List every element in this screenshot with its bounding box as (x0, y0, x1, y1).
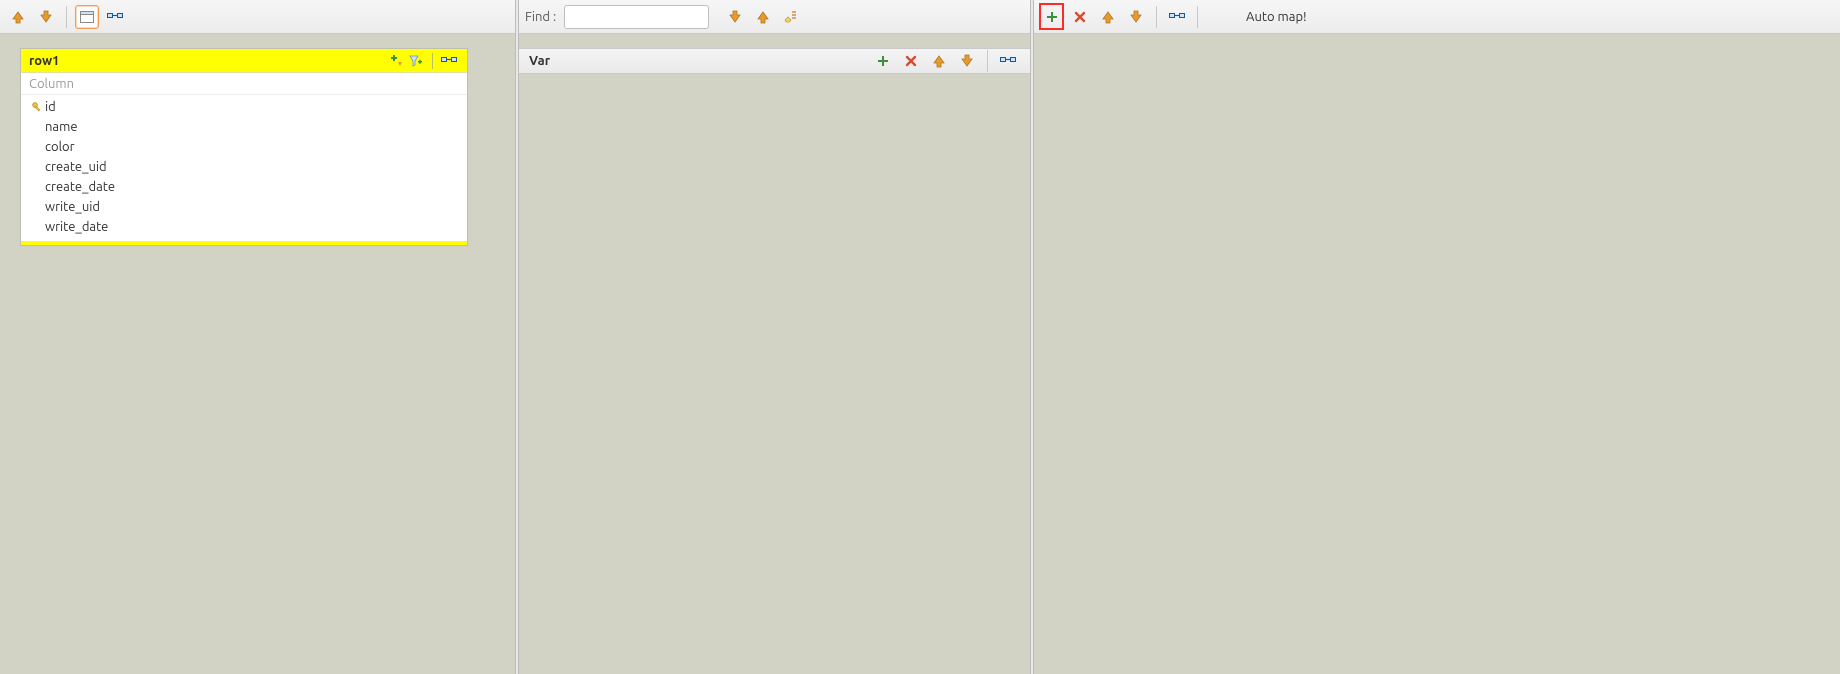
row-card-header[interactable]: row1 (21, 49, 467, 73)
toolbar-separator (987, 50, 988, 72)
arrow-down-icon (1129, 10, 1143, 24)
add-button[interactable] (1040, 5, 1064, 29)
map-view-button[interactable] (103, 5, 127, 29)
add-column-button[interactable] (386, 51, 406, 71)
right-up-button[interactable] (1096, 5, 1120, 29)
left-pane: row1 Column idnamecolorcreat (0, 0, 515, 674)
var-map-button[interactable] (996, 49, 1020, 73)
key-icon (29, 101, 45, 113)
column-label: write_uid (45, 200, 100, 214)
panel-icon (80, 11, 94, 23)
arrow-down-icon (728, 10, 742, 24)
column-label: name (45, 120, 78, 134)
move-down-button[interactable] (34, 5, 58, 29)
column-subheader: Column (21, 73, 467, 95)
map-icon (441, 54, 457, 68)
header-separator (432, 53, 433, 69)
var-bar: Var (519, 48, 1030, 74)
automap-button[interactable]: Auto map! (1246, 10, 1307, 24)
map-icon (1000, 54, 1016, 68)
column-item[interactable]: id (21, 97, 467, 117)
column-label: create_uid (45, 160, 107, 174)
filter-button[interactable] (406, 51, 426, 71)
right-map-button[interactable] (1165, 5, 1189, 29)
column-item[interactable]: create_date (21, 177, 467, 197)
highlight-icon (783, 10, 799, 24)
move-up-button[interactable] (6, 5, 30, 29)
column-item[interactable]: name (21, 117, 467, 137)
map-icon (1169, 10, 1185, 24)
column-subheader-label: Column (29, 77, 74, 91)
column-item[interactable]: create_uid (21, 157, 467, 177)
left-toolbar (0, 0, 515, 34)
row-card-footer (21, 241, 467, 245)
column-item[interactable]: write_date (21, 217, 467, 237)
map-columns-button[interactable] (439, 51, 459, 71)
highlight-all-button[interactable] (779, 5, 803, 29)
arrow-down-icon (960, 54, 974, 68)
right-toolbar: Auto map! (1034, 0, 1840, 34)
funnel-plus-icon (409, 54, 423, 68)
var-add-button[interactable] (871, 49, 895, 73)
map-icon (107, 10, 123, 24)
column-label: create_date (45, 180, 115, 194)
column-label: id (45, 100, 56, 114)
left-content: row1 Column idnamecolorcreat (0, 34, 515, 674)
arrow-down-icon (39, 10, 53, 24)
find-next-button[interactable] (723, 5, 747, 29)
plus-down-icon (389, 54, 403, 68)
row-card: row1 Column idnamecolorcreat (20, 48, 468, 246)
arrow-up-icon (11, 10, 25, 24)
arrow-up-icon (932, 54, 946, 68)
plus-icon (1046, 11, 1058, 23)
find-prev-button[interactable] (751, 5, 775, 29)
middle-toolbar: Find : (519, 0, 1030, 34)
middle-pane: Find : Var (519, 0, 1030, 674)
toolbar-separator (1156, 6, 1157, 28)
var-down-button[interactable] (955, 49, 979, 73)
column-item[interactable]: color (21, 137, 467, 157)
plus-icon (877, 55, 889, 67)
column-item[interactable]: write_uid (21, 197, 467, 217)
column-label: color (45, 140, 75, 154)
panel-view-button[interactable] (75, 5, 99, 29)
row-title: row1 (29, 54, 59, 68)
arrow-up-icon (1101, 10, 1115, 24)
find-label: Find : (525, 10, 556, 24)
column-label: write_date (45, 220, 108, 234)
remove-button[interactable] (1068, 5, 1092, 29)
x-icon (905, 55, 917, 67)
find-input[interactable] (564, 5, 709, 29)
toolbar-separator (66, 6, 67, 28)
column-list: id name color create_uid create_date write_ui… (21, 95, 467, 241)
var-remove-button[interactable] (899, 49, 923, 73)
x-icon (1074, 11, 1086, 23)
toolbar-separator (1197, 6, 1198, 28)
right-pane: Auto map! (1034, 0, 1840, 674)
arrow-up-icon (756, 10, 770, 24)
var-label: Var (529, 54, 550, 68)
var-up-button[interactable] (927, 49, 951, 73)
right-down-button[interactable] (1124, 5, 1148, 29)
